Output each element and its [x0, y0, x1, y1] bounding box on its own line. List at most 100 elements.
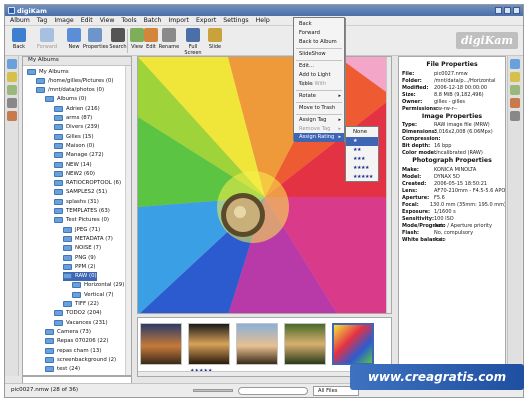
ctx-assign-tag[interactable]: Assign Tag ▸ — [294, 116, 344, 125]
thumbnail[interactable] — [140, 323, 182, 365]
tree-scrollbar[interactable] — [125, 66, 131, 375]
tree-item[interactable]: PNG (9) — [63, 253, 96, 262]
tree-item[interactable]: Test Pictures (0) — [54, 216, 109, 225]
image-preview[interactable] — [137, 56, 392, 314]
photo-properties-title: Photograph Properties — [412, 157, 492, 164]
tree-item[interactable]: test (24) — [45, 365, 80, 374]
menu-batch[interactable]: Batch — [141, 16, 166, 25]
zoom-slider[interactable] — [193, 389, 233, 392]
rating-2-stars[interactable]: ★★ — [346, 146, 378, 155]
minimize-button[interactable] — [495, 7, 502, 14]
menu-tools[interactable]: Tools — [118, 16, 140, 25]
property-row: Aperture: F5.6 — [402, 195, 505, 202]
tree-item[interactable]: /home/gilles/Pictures (0) — [36, 76, 113, 85]
maximize-button[interactable] — [504, 7, 511, 14]
menu-help[interactable]: Help — [253, 16, 274, 25]
property-key: Exposure: — [402, 209, 431, 215]
tags-tab[interactable] — [7, 85, 17, 95]
tree-item-label: Maison (0) — [66, 142, 95, 149]
tree-item[interactable]: RAW (0) — [63, 271, 97, 281]
colors-tab[interactable] — [510, 85, 520, 95]
toolbar: Back Forward New Properties Search View … — [5, 26, 523, 56]
tree-item[interactable]: SAMPLES2 (51) — [54, 188, 107, 197]
ctx-add-light-table[interactable]: Add to Light Table — [294, 71, 344, 87]
tree-item[interactable]: NEW (14) — [54, 160, 92, 169]
tree-item[interactable]: NOISE (7) — [63, 244, 101, 253]
property-row: Dimensions: 3,016x2,008 (6.06Mpx) — [402, 129, 505, 136]
menu-image[interactable]: Image — [51, 16, 77, 25]
folder-icon — [63, 226, 72, 233]
properties-button[interactable]: Properties — [83, 28, 108, 50]
slideshow-button[interactable]: Slide — [203, 28, 227, 50]
rename-button[interactable]: Rename — [157, 28, 181, 50]
tree-item[interactable]: Gilles (15) — [54, 132, 94, 141]
people-tab[interactable] — [7, 111, 17, 121]
tree-item[interactable]: METADATA (7) — [63, 234, 113, 243]
ctx-back-to-album[interactable]: Back to Album — [294, 38, 344, 47]
albums-tab[interactable] — [7, 59, 17, 69]
tree-item[interactable]: Camera (73) — [45, 327, 91, 336]
comments-tab[interactable] — [510, 98, 520, 108]
rating-3-stars[interactable]: ★★★ — [346, 155, 378, 164]
tree-item[interactable]: Divers (239) — [54, 123, 99, 132]
menu-import[interactable]: Import — [165, 16, 193, 25]
ctx-forward[interactable]: Forward — [294, 29, 344, 38]
tree-item[interactable]: Vertical (7) — [72, 290, 114, 299]
tree-item[interactable]: repas cham (13) — [45, 346, 101, 355]
ctx-separator — [296, 90, 342, 91]
folder-icon — [54, 105, 63, 112]
rating-none[interactable]: None — [346, 128, 378, 137]
menu-album[interactable]: Album — [7, 16, 34, 25]
thumbnail[interactable] — [188, 323, 230, 365]
tree-item[interactable]: RATIOCROPTOOL (6) — [54, 179, 121, 188]
tree-item[interactable]: Repas 070206 (22) — [45, 337, 108, 346]
thumbnail[interactable] — [284, 323, 326, 365]
metadata-tab[interactable] — [510, 72, 520, 82]
folder-icon — [45, 338, 54, 345]
ctx-assign-rating[interactable]: Assign Rating ▸ — [294, 133, 344, 142]
tree-item[interactable]: Horizontal (29) — [72, 281, 124, 290]
tree-item[interactable]: Albums (0) — [45, 95, 86, 104]
close-button[interactable] — [513, 7, 520, 14]
menu-view[interactable]: View — [97, 16, 119, 25]
menu-tag[interactable]: Tag — [34, 16, 51, 25]
rating-1-star[interactable]: ★ — [346, 137, 378, 146]
tree-item[interactable]: PPM (2) — [63, 262, 96, 271]
preview-scrollbar[interactable] — [386, 57, 391, 313]
tree-item[interactable]: JPEG (71) — [63, 225, 100, 234]
tree-item[interactable]: Vacances (231) — [54, 318, 108, 327]
tree-item[interactable]: splashs (31) — [54, 197, 99, 206]
ctx-edit[interactable]: Edit... — [294, 62, 344, 71]
ctx-slideshow[interactable]: SlideShow — [294, 50, 344, 59]
menu-export[interactable]: Export — [193, 16, 220, 25]
ctx-move-to-trash[interactable]: Move to Trash — [294, 104, 344, 113]
thumbnail[interactable] — [236, 323, 278, 365]
tree-item[interactable]: /mnt/data/photos (0) — [36, 86, 104, 95]
menu-edit[interactable]: Edit — [78, 16, 97, 25]
tree-item[interactable]: My Albums — [27, 67, 69, 76]
tree-item[interactable]: TEMPLATES (63) — [54, 207, 110, 216]
tree-item[interactable]: Maison (0) — [54, 141, 94, 150]
tree-item[interactable]: TIFF (22) — [63, 300, 99, 309]
search-tab[interactable] — [7, 98, 17, 108]
calendar-tab[interactable] — [7, 72, 17, 82]
ctx-rotate[interactable]: Rotate ▸ — [294, 92, 344, 101]
ctx-back[interactable]: Back — [294, 20, 344, 29]
thumbnail-selected[interactable] — [332, 323, 374, 365]
folder-icon — [54, 217, 63, 224]
rating-5-stars[interactable]: ★★★★★ — [346, 173, 378, 182]
properties-tab[interactable] — [510, 59, 520, 69]
tree-item[interactable]: screenbackground (2) — [45, 355, 116, 364]
tree-item[interactable]: arms (87) — [54, 114, 92, 123]
back-button[interactable]: Back — [7, 28, 31, 50]
forward-button[interactable]: Forward — [35, 28, 59, 50]
menu-settings[interactable]: Settings — [220, 16, 252, 25]
tree-item[interactable]: NEW2 (60) — [54, 169, 95, 178]
tree-item[interactable]: TODO2 (204) — [54, 309, 102, 318]
folder-icon — [54, 115, 63, 121]
geolocation-tab[interactable] — [510, 111, 520, 121]
tree-item[interactable]: Adrien (216) — [54, 104, 100, 113]
rating-4-stars[interactable]: ★★★★ — [346, 164, 378, 173]
tree-item[interactable]: Manage (272) — [54, 151, 104, 160]
fullscreen-button[interactable]: Full Screen — [181, 28, 205, 56]
